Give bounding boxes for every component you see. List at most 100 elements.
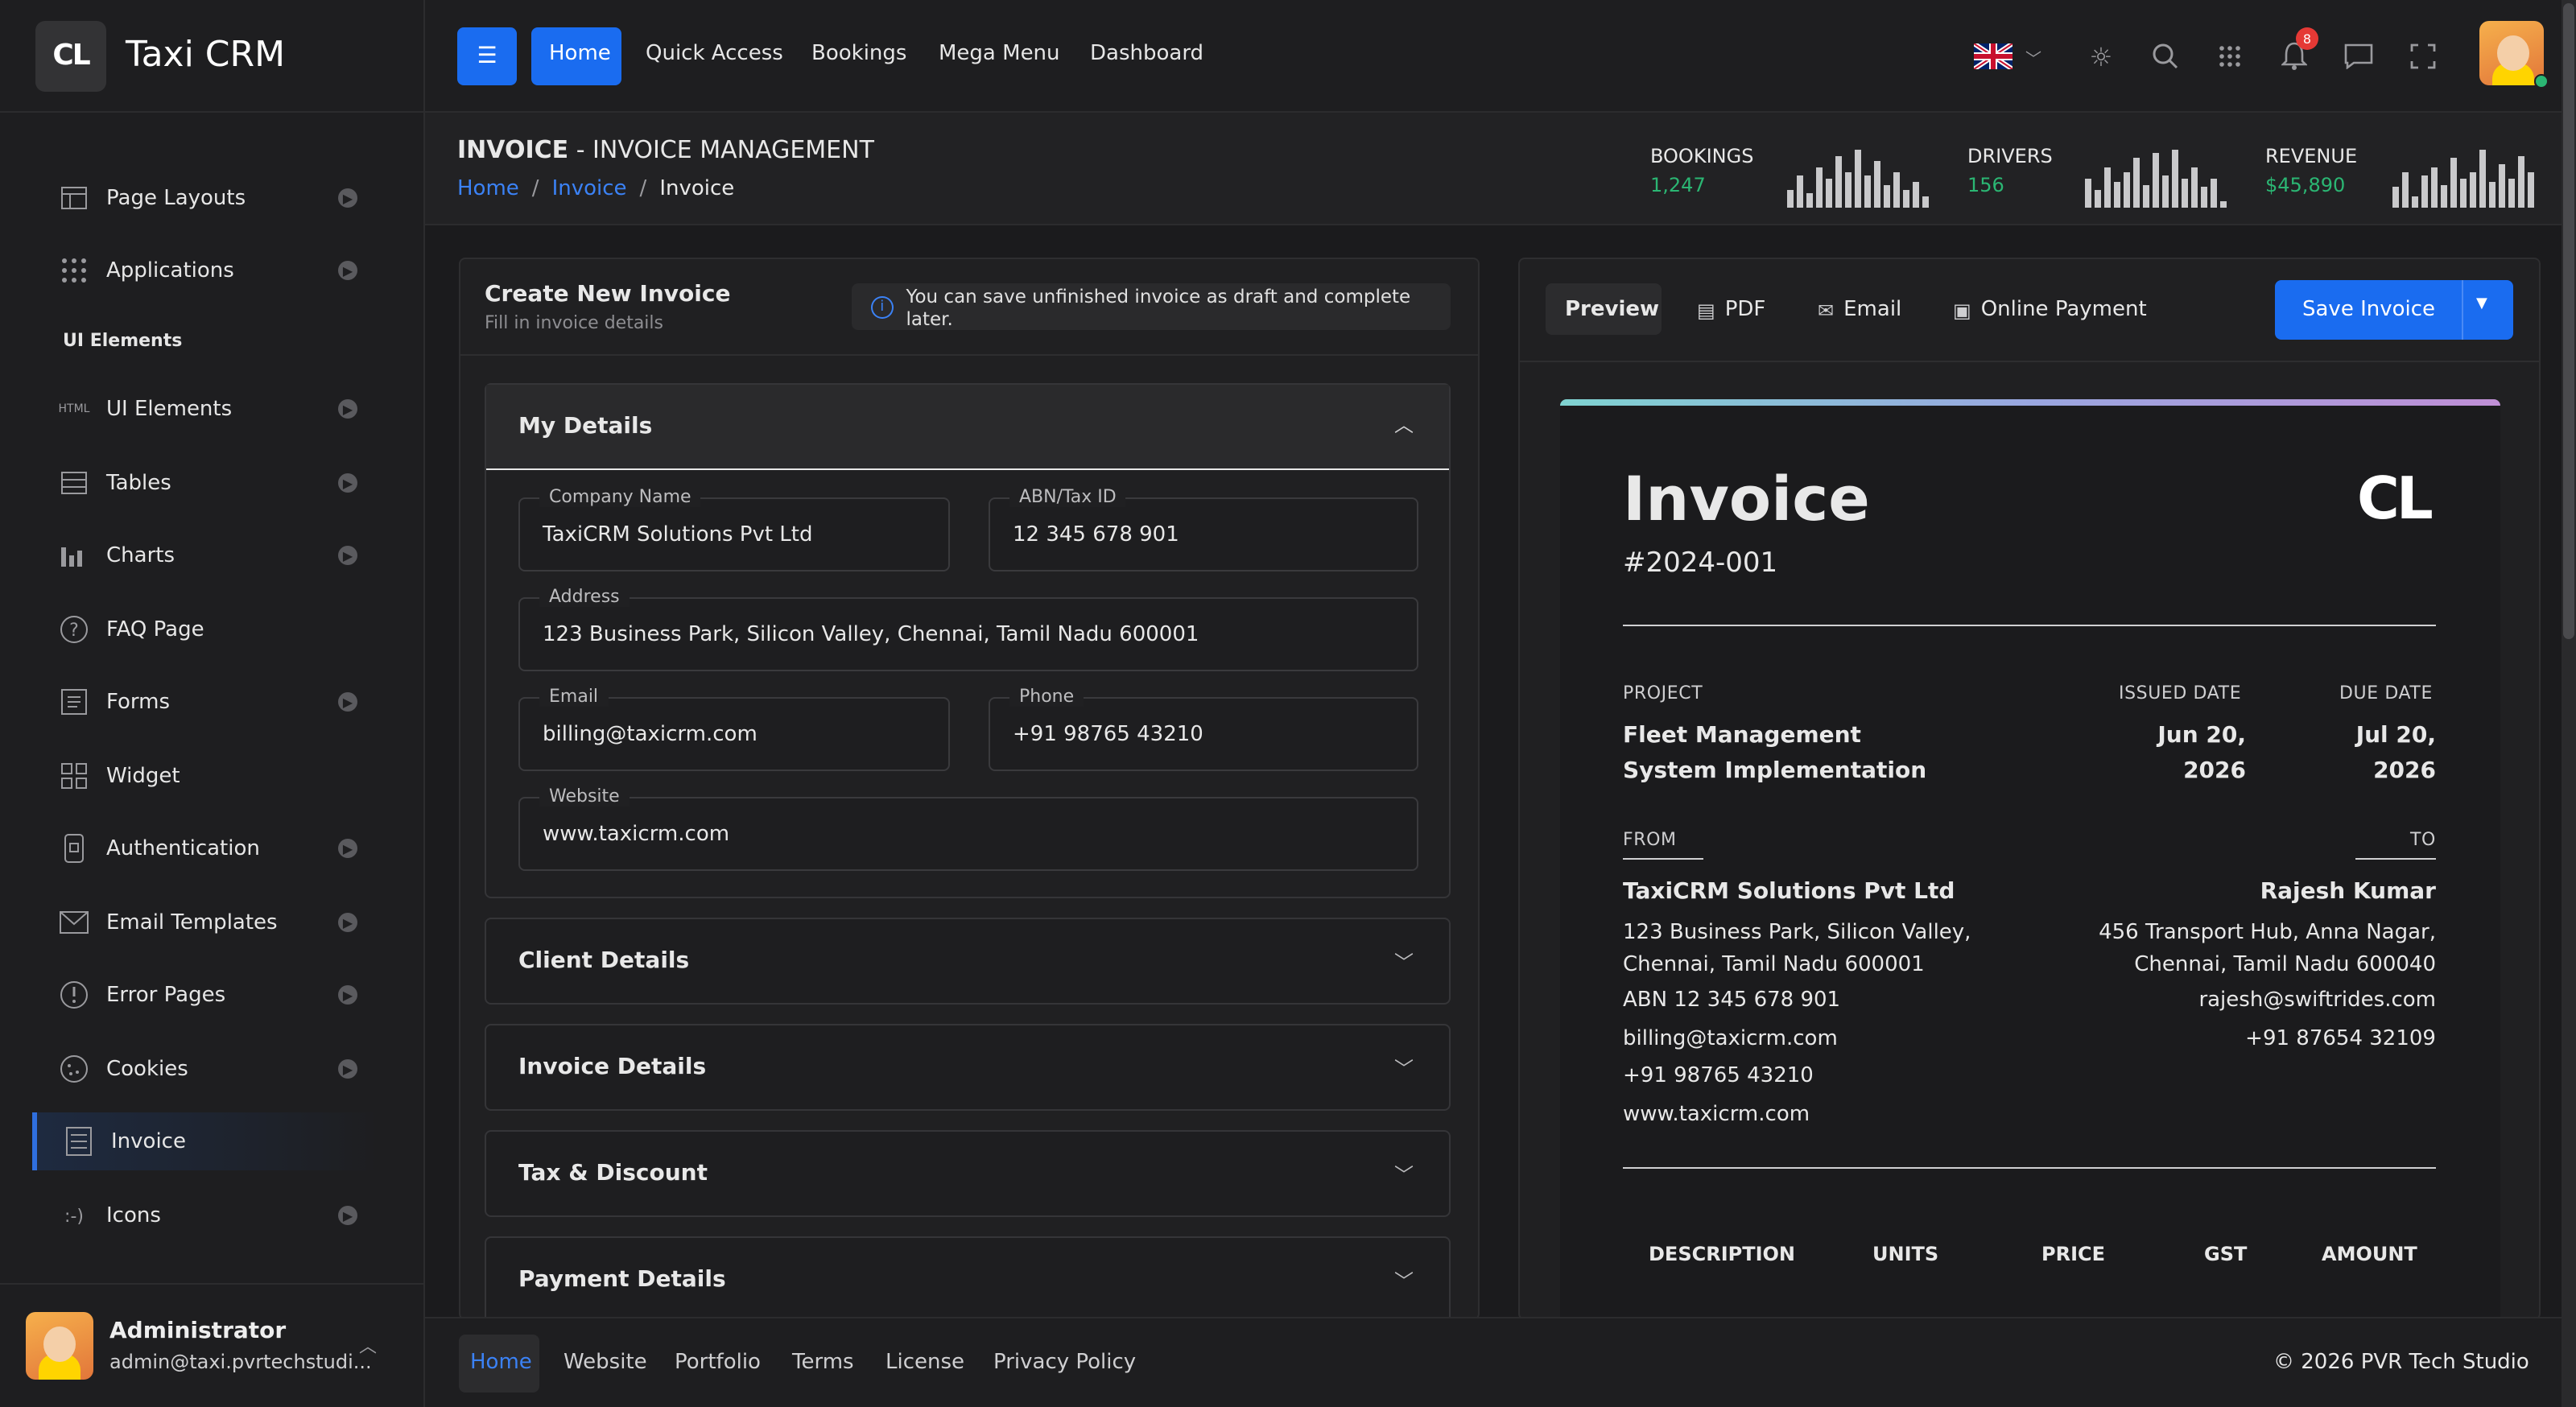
sidebar-item-icons[interactable]: :-) Icons ▶ (32, 1186, 380, 1244)
breadcrumb-home[interactable]: Home (457, 177, 519, 201)
sidebar-item-invoice[interactable]: Invoice (32, 1112, 380, 1170)
breadcrumb-invoice[interactable]: Invoice (552, 177, 627, 201)
page-header: INVOICE - INVOICE MANAGEMENT Home / Invo… (425, 113, 2576, 225)
language-selector[interactable]: ﹀ (1971, 39, 2045, 74)
page-scrollbar[interactable] (2562, 0, 2576, 1407)
sparkline-bar (2499, 164, 2505, 208)
bar-chart-icon (58, 539, 90, 571)
sidebar-item-applications[interactable]: Applications ▶ (32, 241, 380, 299)
chat-icon[interactable] (2341, 39, 2376, 74)
sidebar-item-label: Tables (106, 471, 171, 495)
envelope-icon: ✉ (1818, 299, 1835, 321)
brand[interactable]: CL Taxi CRM (0, 0, 425, 113)
drivers-sparkline (2085, 150, 2227, 208)
project-value: Fleet Management System Implementation (1623, 723, 1927, 784)
sparkline-bar (2489, 182, 2496, 208)
smiley-icon: :-) (64, 1205, 84, 1226)
sparkline-bar (1922, 196, 1929, 208)
tax-discount-accordion[interactable]: Tax & Discount ﹀ (485, 1130, 1451, 1217)
sparkline-bar (1855, 150, 1861, 208)
sidebar-item-email-templates[interactable]: Email Templates ▶ (32, 893, 380, 951)
client-details-accordion[interactable]: Client Details ﹀ (485, 918, 1451, 1005)
footer-link-privacy-policy[interactable]: Privacy Policy (993, 1351, 1136, 1375)
sparkline-bar (2133, 158, 2140, 208)
col-description: DESCRIPTION (1649, 1243, 1796, 1265)
topnav-mega-menu[interactable]: Mega Menu (939, 42, 1060, 66)
tab-email[interactable]: ✉ Email (1818, 298, 1901, 322)
company-name-field[interactable]: Company Name TaxiCRM Solutions Pvt Ltd (518, 486, 950, 571)
bell-icon[interactable]: 8 (2277, 27, 2318, 74)
sun-icon[interactable]: ☼ (2083, 39, 2119, 74)
footer: Home Website Portfolio Terms License Pri… (425, 1317, 2576, 1407)
topnav-dashboard[interactable]: Dashboard (1090, 42, 1203, 66)
col-amount: AMOUNT (2322, 1243, 2417, 1265)
stat-drivers: DRIVERS 156 (1967, 145, 2053, 196)
topnav-bookings[interactable]: Bookings (811, 42, 906, 66)
invoice-details-accordion[interactable]: Invoice Details ﹀ (485, 1024, 1451, 1111)
sparkline-bar (1826, 179, 1832, 208)
sidebar-item-authentication[interactable]: Authentication ▶ (32, 819, 380, 877)
topnav-quick-access[interactable]: Quick Access (646, 42, 783, 66)
sidebar-item-forms[interactable]: Forms ▶ (32, 673, 380, 731)
abn-field[interactable]: ABN/Tax ID 12 345 678 901 (989, 486, 1418, 571)
sidebar-item-ui-elements[interactable]: HTML UI Elements ▶ (32, 380, 380, 438)
tab-online-payment[interactable]: ▣ Online Payment (1953, 298, 2147, 322)
sidebar-item-page-layouts[interactable]: Page Layouts ▶ (32, 169, 380, 227)
sparkline-bar (2431, 167, 2438, 208)
scrollbar-thumb[interactable] (2563, 3, 2574, 639)
user-profile[interactable]: Administrator admin@taxi.pvrtechstudi...… (0, 1283, 425, 1407)
payment-details-accordion[interactable]: Payment Details ﹀ (485, 1236, 1451, 1323)
chevron-up-icon[interactable]: ︿ (359, 1333, 377, 1359)
tab-preview[interactable]: Preview (1565, 298, 1659, 322)
invoice-icon (63, 1125, 95, 1157)
email-field[interactable]: Email billing@taxicrm.com (518, 686, 950, 771)
sidebar-item-charts[interactable]: Charts ▶ (32, 526, 380, 584)
invoice-number: #2024-001 (1623, 547, 1778, 580)
topnav-home[interactable]: Home (549, 42, 611, 66)
footer-link-portfolio[interactable]: Portfolio (675, 1351, 761, 1375)
revenue-sparkline (2392, 150, 2534, 208)
my-details-header[interactable]: My Details ︿ (486, 385, 1449, 470)
website-field[interactable]: Website www.taxicrm.com (518, 786, 1418, 871)
col-gst: GST (2204, 1243, 2248, 1265)
search-icon[interactable] (2148, 39, 2183, 74)
tab-pdf[interactable]: ▤ PDF (1697, 298, 1765, 322)
apps-grid-icon[interactable] (2212, 39, 2248, 74)
footer-link-website[interactable]: Website (564, 1351, 647, 1375)
html-icon: HTML (58, 402, 90, 415)
layout-icon (58, 182, 90, 214)
draft-note: i You can save unfinished invoice as dra… (852, 283, 1451, 330)
sparkline-bar (1816, 167, 1823, 208)
sparkline-bar (2441, 185, 2447, 208)
sidebar: CL Taxi CRM Page Layouts ▶ Applications … (0, 0, 425, 1407)
footer-link-home[interactable]: Home (470, 1351, 532, 1375)
sidebar-item-tables[interactable]: Tables ▶ (32, 454, 380, 512)
fullscreen-icon[interactable] (2405, 39, 2441, 74)
chevron-right-icon: ▶ (338, 839, 357, 858)
save-invoice-button[interactable]: Save Invoice ▼ (2275, 280, 2513, 340)
footer-link-license[interactable]: License (886, 1351, 964, 1375)
footer-link-terms[interactable]: Terms (792, 1351, 854, 1375)
menu-toggle-button[interactable]: ☰ (457, 27, 517, 85)
profile-avatar[interactable] (2479, 21, 2549, 89)
chevron-down-icon: ﹀ (1393, 1270, 1414, 1293)
sidebar-item-error-pages[interactable]: Error Pages ▶ (32, 966, 380, 1024)
stat-bookings: BOOKINGS 1,247 (1650, 145, 1754, 196)
breadcrumb-separator: / (531, 177, 539, 201)
sparkline-bar (2201, 187, 2207, 208)
sidebar-item-faq-page[interactable]: ? FAQ Page (32, 600, 380, 658)
to-address: 456 Transport Hub, Anna Nagar, Chennai, … (2099, 921, 2436, 977)
stat-revenue: REVENUE $45,890 (2265, 145, 2358, 196)
phone-lock-icon (58, 832, 90, 864)
caret-down-icon[interactable]: ▼ (2476, 296, 2487, 312)
brand-logo: CL (35, 20, 106, 91)
chevron-right-icon: ▶ (338, 399, 357, 419)
sidebar-item-widget[interactable]: Widget (32, 747, 380, 805)
sparkline-bar (2172, 150, 2178, 208)
sparkline-bar (2470, 172, 2476, 208)
info-icon: i (871, 295, 894, 318)
chevron-down-icon: ﹀ (1393, 1058, 1414, 1080)
phone-field[interactable]: Phone +91 98765 43210 (989, 686, 1418, 771)
sidebar-item-cookies[interactable]: Cookies ▶ (32, 1040, 380, 1098)
address-field[interactable]: Address 123 Business Park, Silicon Valley… (518, 586, 1418, 671)
